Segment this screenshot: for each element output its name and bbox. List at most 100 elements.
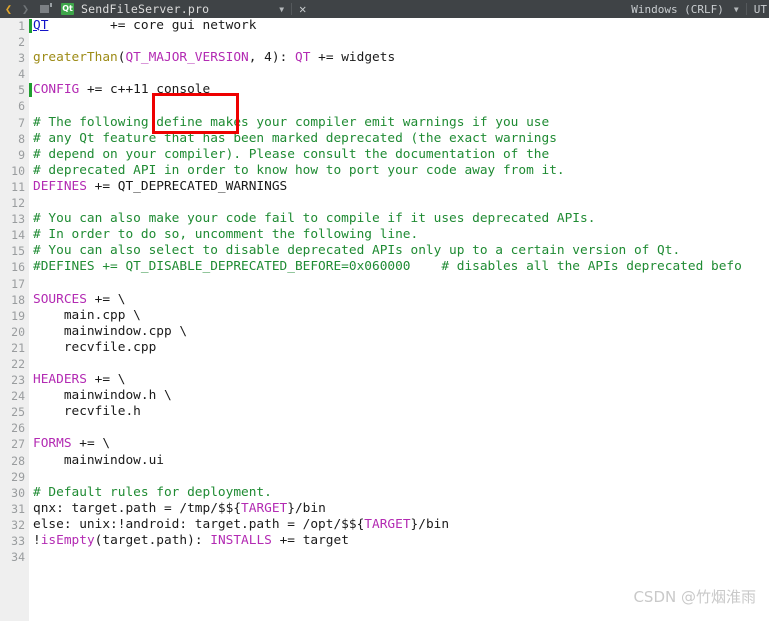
- code-token: QT: [294, 50, 311, 66]
- code-line[interactable]: 31 qnx: target.path = /tmp/$${TARGET}/bin: [0, 501, 769, 517]
- code-line-text: # Default rules for deployment.: [33, 485, 272, 501]
- line-number: 15: [11, 244, 25, 259]
- line-number: 7: [18, 115, 25, 130]
- code-line-text: SOURCES += \: [33, 292, 125, 308]
- code-line[interactable]: 29: [0, 469, 769, 485]
- chevron-down-icon[interactable]: ▼: [279, 5, 284, 14]
- line-number: 10: [11, 163, 25, 178]
- code-line[interactable]: 8 # any Qt feature that has been marked d…: [0, 131, 769, 147]
- code-line[interactable]: 15 # You can also select to disable depre…: [0, 243, 769, 259]
- line-number: 33: [11, 534, 25, 548]
- code-line-text: qnx: target.path = /tmp/$${TARGET}/bin: [33, 501, 326, 517]
- code-line[interactable]: 16 #DEFINES += QT_DISABLE_DEPRECATED_BEFO…: [0, 259, 769, 275]
- code-token: # In order to do so, uncomment the follo…: [33, 227, 419, 243]
- code-token: += \: [86, 372, 126, 388]
- code-line[interactable]: 27 FORMS += \: [0, 436, 769, 452]
- code-token: , 4):: [248, 50, 295, 66]
- code-line-text: # any Qt feature that has been marked de…: [33, 131, 557, 147]
- line-number: 20: [11, 324, 25, 339]
- code-token: mainwindow.cpp \: [33, 323, 188, 339]
- code-token: QT_MAJOR_VERSION: [125, 50, 249, 66]
- code-line[interactable]: 32 else: unix:!android: target.path = /op…: [0, 517, 769, 533]
- modified-line-marker: [29, 83, 32, 98]
- code-token: #DEFINES += QT_DISABLE_DEPRECATED_BEFORE…: [33, 259, 742, 275]
- close-icon[interactable]: ✕: [299, 3, 306, 15]
- code-line[interactable]: 6: [0, 98, 769, 114]
- code-line[interactable]: 33 !isEmpty(target.path): INSTALLS += tar…: [0, 533, 769, 549]
- code-token: += target: [271, 533, 349, 548]
- line-number: 12: [11, 196, 25, 211]
- code-token: QT: [33, 18, 49, 33]
- code-line[interactable]: 1 QT += core gui network: [0, 18, 769, 34]
- code-line[interactable]: 26: [0, 420, 769, 436]
- eol-mode-label[interactable]: Windows (CRLF): [631, 3, 724, 16]
- code-line[interactable]: 30 # Default rules for deployment.: [0, 485, 769, 501]
- code-line-text: !isEmpty(target.path): INSTALLS += targe…: [33, 533, 349, 549]
- line-number: 17: [11, 276, 25, 291]
- code-line-text: greaterThan(QT_MAJOR_VERSION, 4): QT += …: [33, 50, 395, 66]
- code-line[interactable]: 34: [0, 549, 769, 565]
- code-line-text: DEFINES += QT_DEPRECATED_WARNINGS: [33, 179, 287, 195]
- line-number: 14: [11, 228, 25, 243]
- code-token: recvfile.h: [33, 404, 141, 420]
- code-line[interactable]: 2: [0, 34, 769, 50]
- line-number: 21: [11, 340, 25, 355]
- line-number: 13: [11, 212, 25, 227]
- code-token: TARGET: [241, 500, 288, 516]
- code-line[interactable]: 5 CONFIG += c++11 console: [0, 82, 769, 98]
- line-number: 2: [18, 35, 25, 50]
- code-line[interactable]: 20 mainwindow.cpp \: [0, 324, 769, 340]
- code-line[interactable]: 22: [0, 356, 769, 372]
- code-token: qnx: target.path = /tmp/$${: [33, 500, 242, 516]
- eol-chevron-down-icon[interactable]: ▼: [734, 5, 739, 14]
- code-line[interactable]: 25 recvfile.h: [0, 404, 769, 420]
- code-line-text: CONFIG += c++11 console: [33, 82, 210, 98]
- line-number: 23: [11, 373, 25, 388]
- line-number: 27: [11, 437, 25, 452]
- code-line-text: QT += core gui network: [33, 18, 256, 34]
- code-line[interactable]: 18 SOURCES += \: [0, 292, 769, 308]
- title-bar: ❮ ❯ Qt SendFileServer.pro ▼ ✕ Windows (C…: [0, 0, 769, 18]
- code-line-text: else: unix:!android: target.path = /opt/…: [33, 517, 449, 533]
- line-number: 4: [18, 67, 25, 82]
- chevron-left-icon[interactable]: ❮: [0, 0, 17, 18]
- code-line-text: main.cpp \: [33, 308, 141, 324]
- code-line-text: FORMS += \: [33, 436, 110, 452]
- code-line[interactable]: 21 recvfile.cpp: [0, 340, 769, 356]
- code-line[interactable]: 10 # deprecated API in order to know how …: [0, 163, 769, 179]
- code-line[interactable]: 14 # In order to do so, uncomment the fol…: [0, 227, 769, 243]
- code-line[interactable]: 7 # The following define makes your compi…: [0, 115, 769, 131]
- code-token: # Default rules for deployment.: [33, 484, 272, 500]
- code-line[interactable]: 13 # You can also make your code fail to …: [0, 211, 769, 227]
- code-line[interactable]: 12: [0, 195, 769, 211]
- code-line[interactable]: 4: [0, 66, 769, 82]
- code-line[interactable]: 3 greaterThan(QT_MAJOR_VERSION, 4): QT +=…: [0, 50, 769, 66]
- code-token: # The following define makes your compil…: [33, 114, 550, 130]
- code-token: SOURCES: [33, 291, 87, 307]
- toolbar-divider: [291, 3, 293, 15]
- chevron-right-icon[interactable]: ❯: [17, 0, 34, 18]
- code-line[interactable]: 17: [0, 276, 769, 292]
- code-line[interactable]: 19 main.cpp \: [0, 308, 769, 324]
- line-number: 24: [11, 389, 25, 404]
- code-token: += \: [86, 291, 126, 307]
- code-token: INSTALLS: [210, 533, 272, 548]
- code-text-area[interactable]: 1 QT += core gui network 2 3 greaterThan(QT_…: [0, 18, 769, 621]
- code-token: recvfile.cpp: [33, 339, 157, 355]
- code-token: else: unix:!android: target.path = /opt/…: [33, 516, 365, 532]
- encoding-label[interactable]: UT: [754, 3, 769, 16]
- code-line[interactable]: 28 mainwindow.ui: [0, 453, 769, 469]
- code-line[interactable]: 24 mainwindow.h \: [0, 388, 769, 404]
- line-number: 9: [18, 147, 25, 162]
- code-line[interactable]: 23 HEADERS += \: [0, 372, 769, 388]
- modified-line-marker: [29, 19, 32, 33]
- line-number: 11: [11, 179, 25, 194]
- code-line[interactable]: 9 # depend on your compiler). Please cons…: [0, 147, 769, 163]
- split-window-icon[interactable]: [36, 0, 52, 18]
- line-number: 22: [11, 356, 25, 371]
- line-number: 18: [11, 292, 25, 307]
- code-line[interactable]: 11 DEFINES += QT_DEPRECATED_WARNINGS: [0, 179, 769, 195]
- code-editor[interactable]: 1 QT += core gui network 2 3 greaterThan(QT_…: [0, 18, 769, 621]
- title-bar-right-group: Windows (CRLF) ▼ UT: [631, 0, 769, 18]
- code-line-text: # In order to do so, uncomment the follo…: [33, 227, 418, 243]
